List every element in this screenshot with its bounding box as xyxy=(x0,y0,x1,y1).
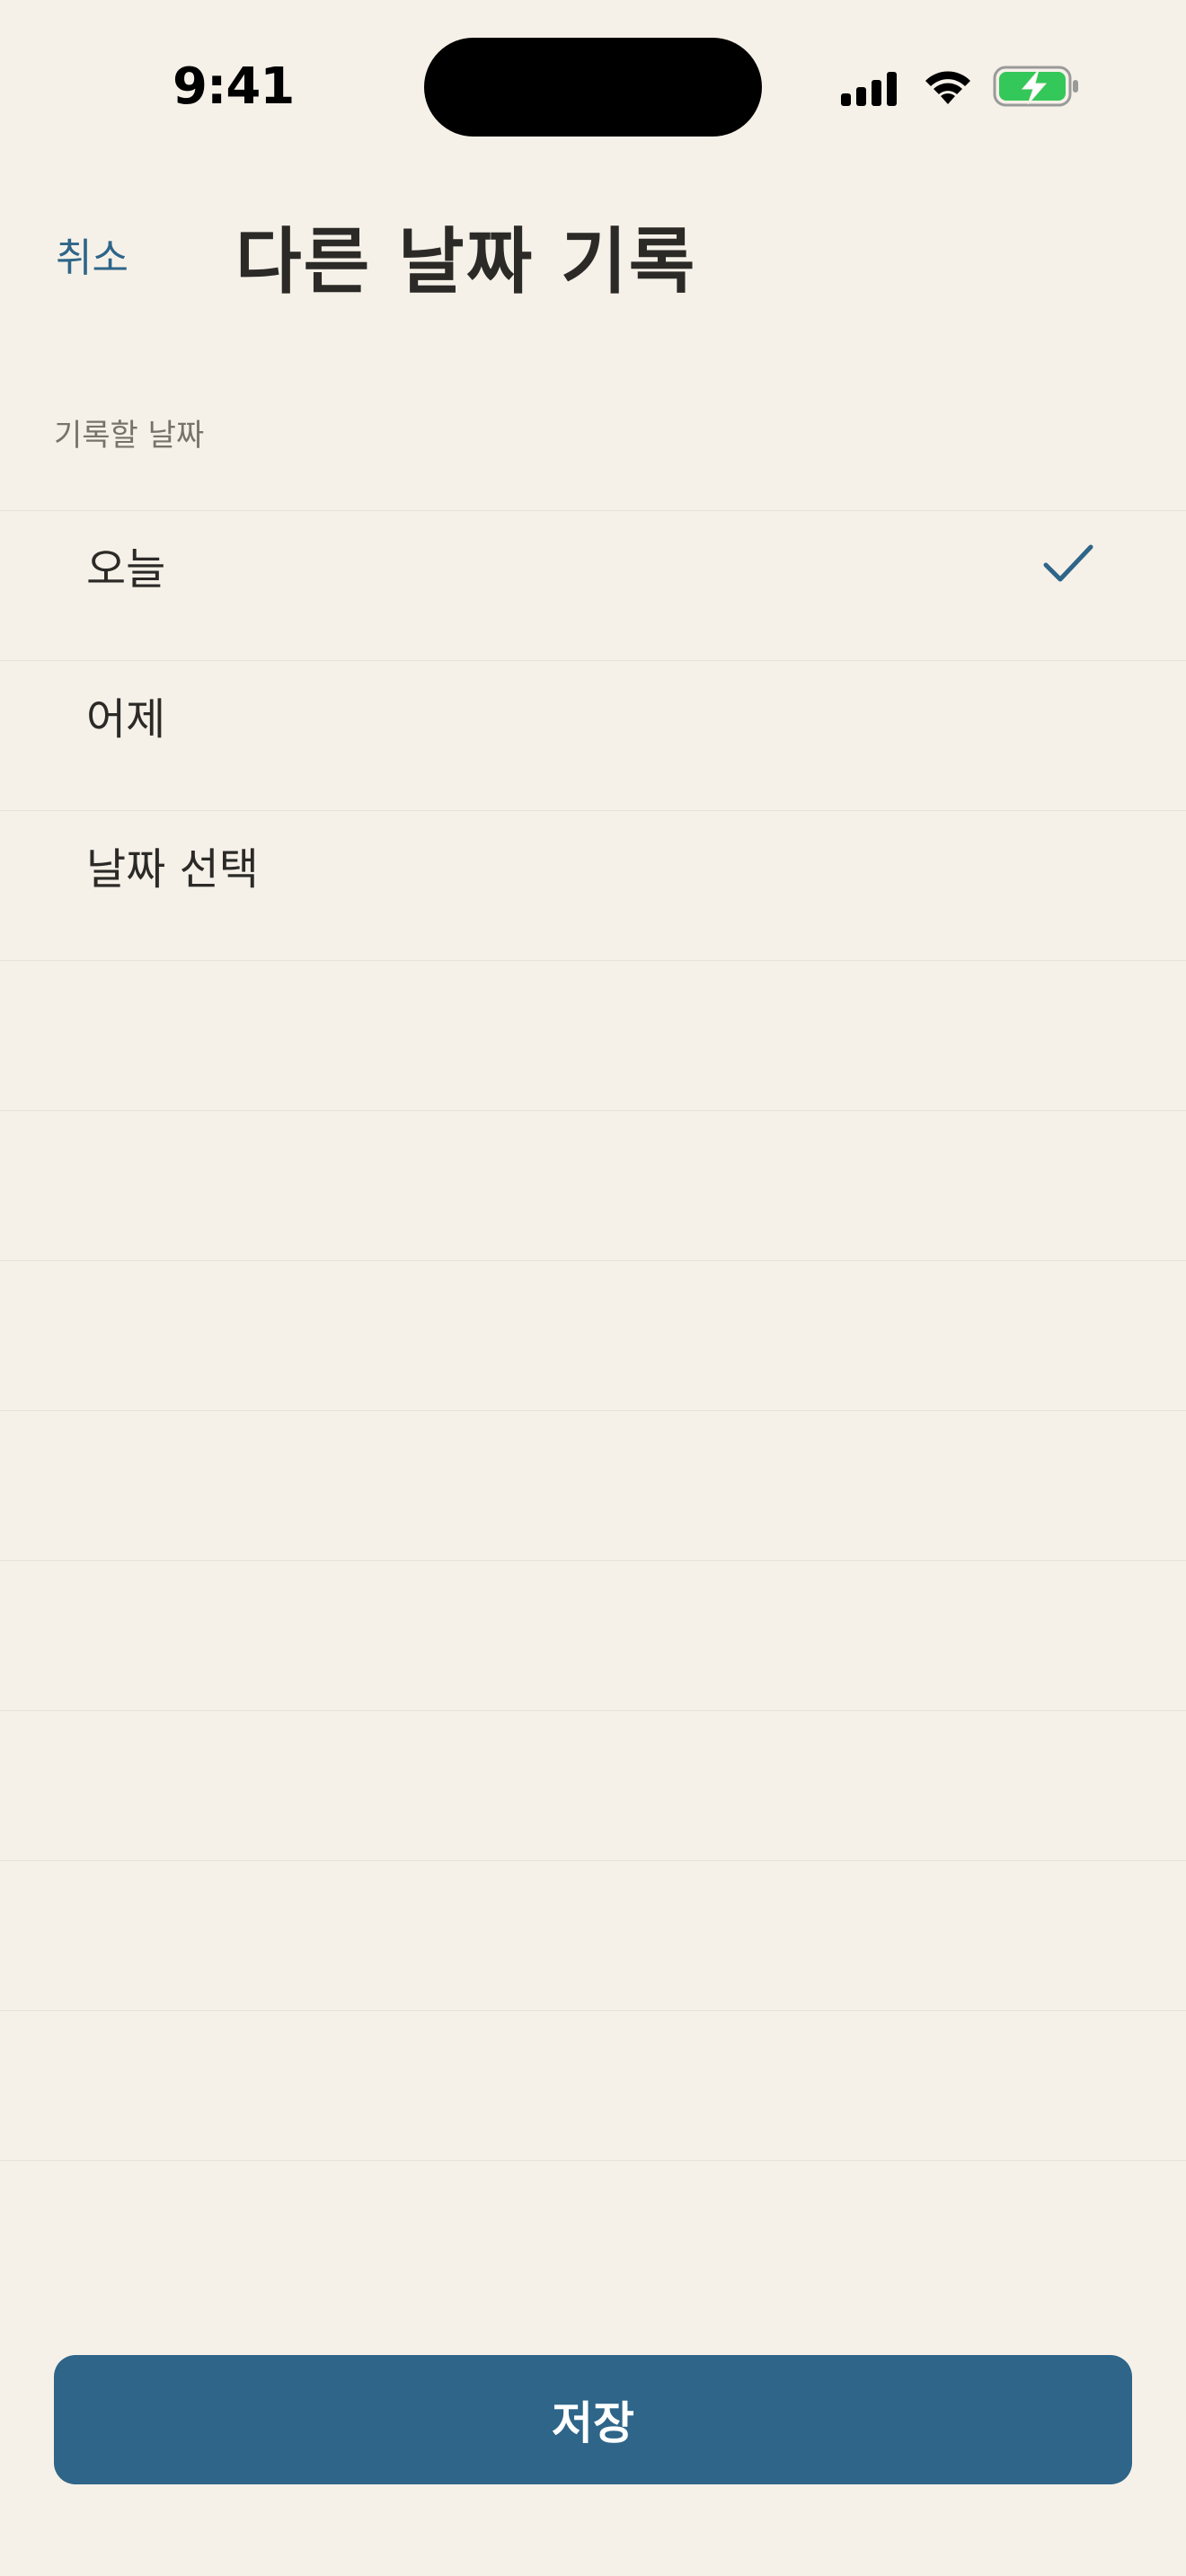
empty-row xyxy=(0,1260,1186,1410)
status-time: 9:41 xyxy=(173,57,295,116)
empty-row xyxy=(0,1860,1186,2010)
wifi-icon xyxy=(925,71,970,104)
date-options-list: 오늘 어제 날짜 선택 xyxy=(0,510,1186,2310)
empty-row xyxy=(0,1410,1186,1560)
empty-row xyxy=(0,2160,1186,2310)
cancel-button[interactable]: 취소 xyxy=(56,232,128,286)
option-label-yesterday: 어제 xyxy=(86,694,166,745)
empty-row xyxy=(0,960,1186,1110)
option-row-yesterday[interactable]: 어제 xyxy=(0,660,1186,810)
empty-row xyxy=(0,1710,1186,1860)
empty-row xyxy=(0,1560,1186,1710)
page-title: 다른 날짜 기록 xyxy=(235,219,697,304)
empty-row xyxy=(0,1110,1186,1260)
option-row-today[interactable]: 오늘 xyxy=(0,510,1186,660)
checkmark-icon xyxy=(1043,544,1093,582)
section-label: 기록할 날짜 xyxy=(54,418,205,454)
cellular-signal-icon xyxy=(841,72,897,106)
option-row-pick-date[interactable]: 날짜 선택 xyxy=(0,810,1186,960)
option-label-pick-date: 날짜 선택 xyxy=(86,844,259,895)
empty-row xyxy=(0,2010,1186,2160)
option-label-today: 오늘 xyxy=(86,544,166,595)
dynamic-island xyxy=(424,38,762,137)
battery-charging-icon xyxy=(993,66,1078,107)
save-button[interactable]: 저장 xyxy=(54,2355,1132,2484)
save-button-label: 저장 xyxy=(552,2397,634,2449)
